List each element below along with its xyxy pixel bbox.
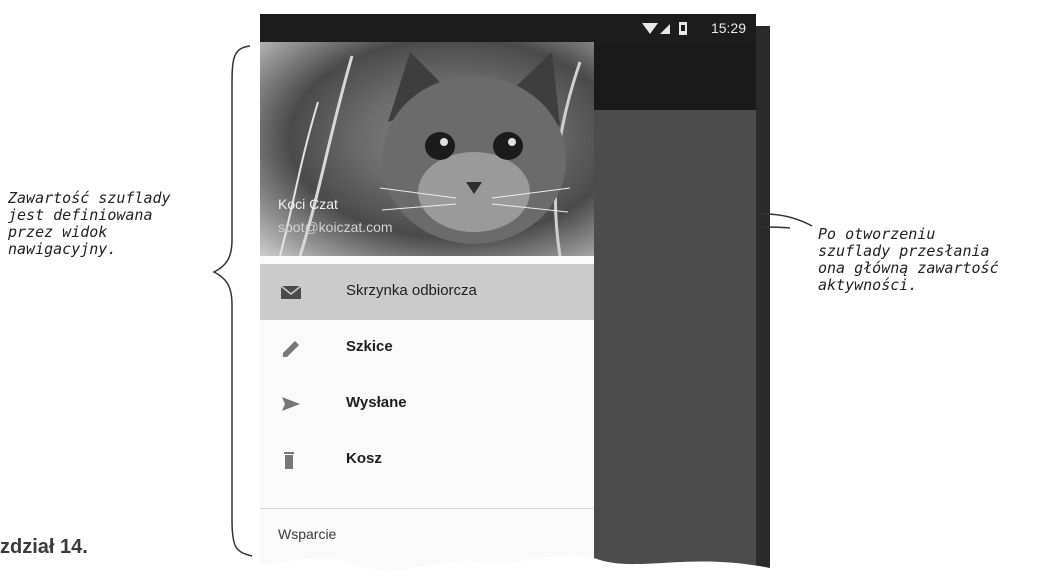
- nav-item-label: Szkice: [346, 338, 393, 355]
- signal-icon: [660, 24, 670, 34]
- navigation-drawer: Koci Czat spot@koiczat.com Skrzynka odbi…: [260, 42, 594, 576]
- nav-item-label: Wysłane: [346, 394, 407, 411]
- status-time: 15:29: [710, 20, 746, 36]
- main-content-scrim[interactable]: [594, 110, 756, 576]
- mail-icon: [280, 285, 302, 299]
- drawer-divider: [260, 508, 594, 509]
- send-icon: [282, 397, 300, 411]
- nav-item-label: Skrzynka odbiorcza: [346, 282, 477, 299]
- status-bar: 15:29: [260, 14, 756, 42]
- nav-item-drafts[interactable]: Szkice: [260, 320, 594, 376]
- nav-item-sent[interactable]: Wysłane: [260, 376, 594, 432]
- header-user-email: spot@koiczat.com: [278, 219, 393, 235]
- nav-item-label: Kosz: [346, 450, 382, 467]
- phone-screen: 15:29 Koci Czat spot@koiczat.com Skrzynk…: [260, 14, 756, 576]
- brace-icon: [212, 45, 253, 557]
- section-header-support: Wsparcie: [278, 526, 337, 542]
- nav-item-trash[interactable]: Kosz: [260, 432, 594, 488]
- pencil-icon: [283, 341, 299, 357]
- header-user-name: Koci Czat: [278, 196, 338, 212]
- drawer-header: Koci Czat spot@koiczat.com: [260, 42, 594, 256]
- app-bar: [594, 42, 756, 110]
- status-icons: [642, 22, 687, 35]
- nav-item-inbox[interactable]: Skrzynka odbiorcza: [260, 264, 594, 320]
- trash-icon: [284, 452, 294, 469]
- wifi-icon: [642, 23, 658, 34]
